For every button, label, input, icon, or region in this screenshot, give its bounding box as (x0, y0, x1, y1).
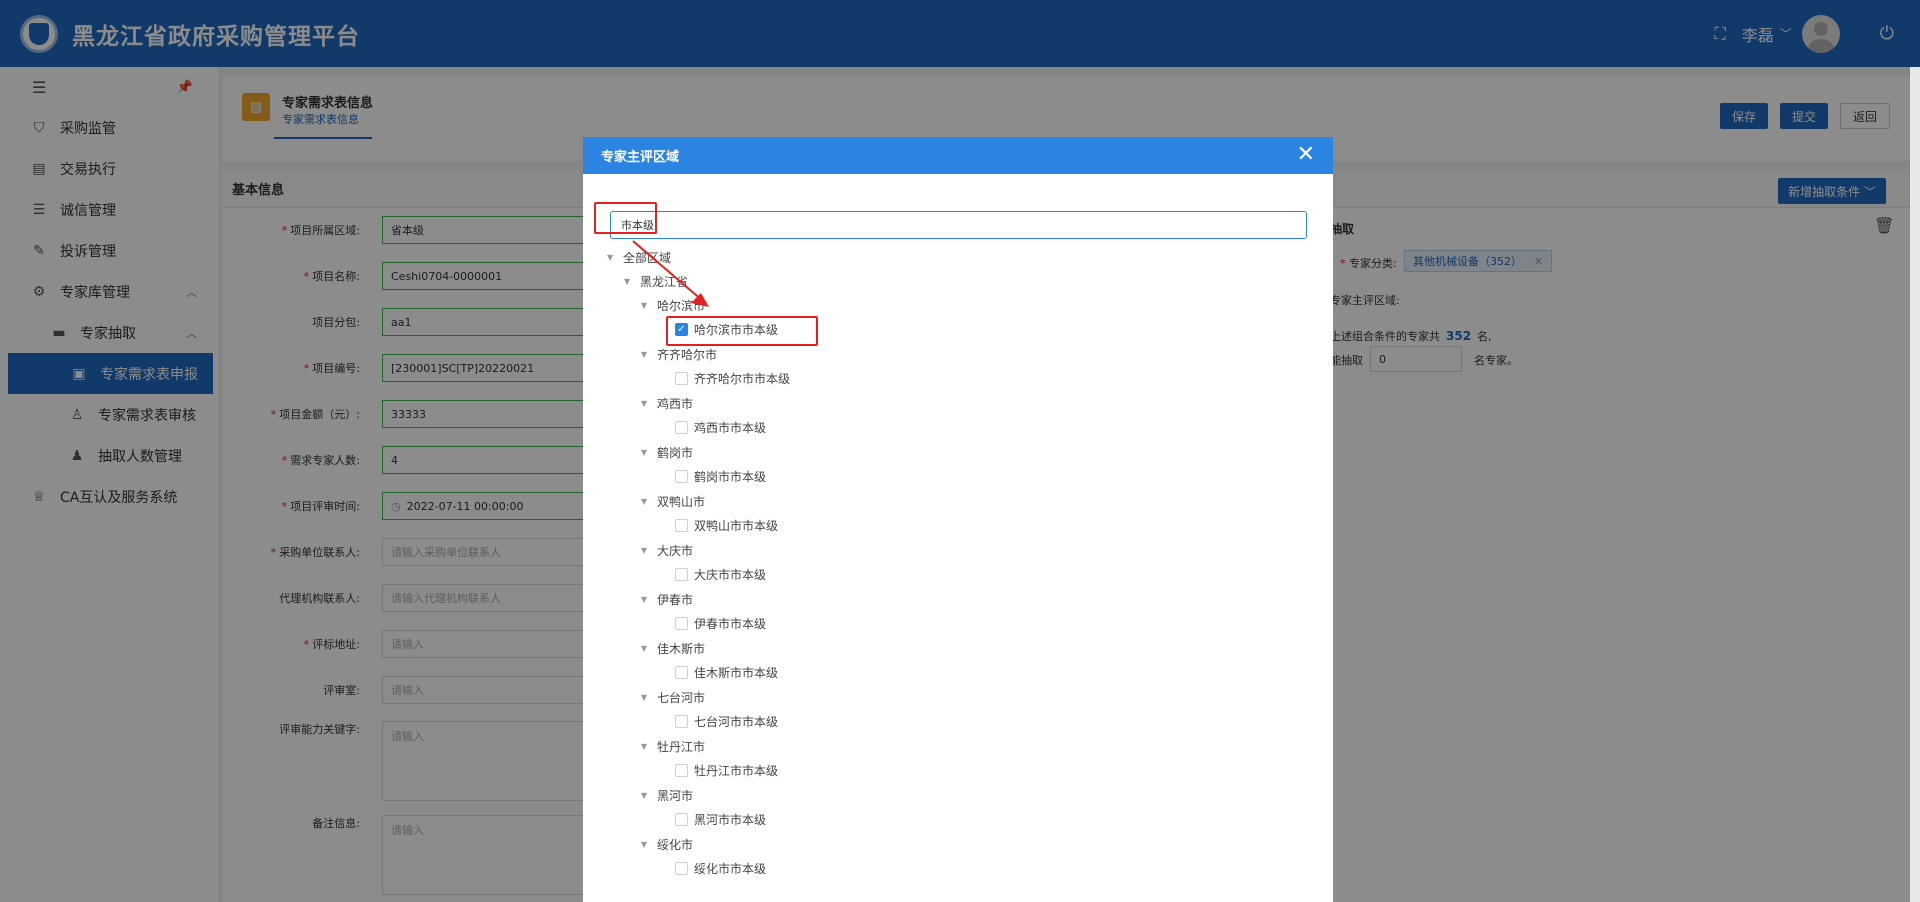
tree-node-city[interactable]: ▼ 七台河市 (641, 688, 705, 706)
caret-down-icon[interactable]: ▼ (641, 546, 657, 555)
tree-node-district[interactable]: 双鸭山市市本级 (675, 516, 778, 534)
tree-node-city[interactable]: ▼ 绥化市 (641, 835, 693, 853)
highlight-checked-item (666, 316, 818, 346)
tree-node-district[interactable]: 黑河市市本级 (675, 810, 766, 828)
caret-down-icon[interactable]: ▼ (641, 693, 657, 702)
checkbox[interactable] (675, 420, 688, 434)
caret-down-icon[interactable]: ▼ (641, 742, 657, 751)
modal-title: 专家主评区域 (583, 137, 1333, 174)
tree-node-district[interactable]: 佳木斯市市本级 (675, 663, 778, 681)
tree-node-district[interactable]: 鸡西市市本级 (675, 418, 766, 436)
tree-node-city[interactable]: ▼ 双鸭山市 (641, 492, 705, 510)
checkbox[interactable] (675, 861, 688, 875)
close-icon[interactable]: ✕ (1297, 144, 1315, 166)
annotation-arrow (632, 240, 709, 307)
caret-down-icon[interactable]: ▼ (641, 595, 657, 604)
caret-down-icon[interactable]: ▼ (641, 840, 657, 849)
scrollbar[interactable] (1910, 67, 1920, 902)
tree-node-city[interactable]: ▼ 大庆市 (641, 541, 693, 559)
highlight-search (594, 202, 657, 234)
tree-node-district[interactable]: 绥化市市本级 (675, 859, 766, 877)
checkbox[interactable] (675, 616, 688, 630)
caret-down-icon[interactable]: ▼ (607, 253, 623, 262)
tree-node-district[interactable]: 大庆市市本级 (675, 565, 766, 583)
checkbox[interactable] (675, 812, 688, 826)
caret-down-icon[interactable]: ▼ (641, 350, 657, 359)
region-search-input[interactable]: 市本级 (610, 211, 1307, 239)
tree-node-city[interactable]: ▼ 伊春市 (641, 590, 693, 608)
tree-node-city[interactable]: ▼ 鸡西市 (641, 394, 693, 412)
tree-node-city[interactable]: ▼ 齐齐哈尔市 (641, 345, 717, 363)
checkbox[interactable] (675, 567, 688, 581)
region-modal: 专家主评区域 ✕ 市本级 ▼ 全部区域 ▼ 黑龙江省 ▼ 哈尔滨市 ✓ 哈尔滨市市本级 ▼ 齐… (583, 137, 1333, 902)
tree-node-city[interactable]: ▼ 佳木斯市 (641, 639, 705, 657)
checkbox[interactable] (675, 714, 688, 728)
caret-down-icon[interactable]: ▼ (641, 399, 657, 408)
tree-node-district[interactable]: 齐齐哈尔市市本级 (675, 369, 790, 387)
tree-node-district[interactable]: 牡丹江市市本级 (675, 761, 778, 779)
caret-down-icon[interactable]: ▼ (641, 497, 657, 506)
caret-down-icon[interactable]: ▼ (641, 448, 657, 457)
caret-down-icon[interactable]: ▼ (641, 791, 657, 800)
checkbox[interactable] (675, 518, 688, 532)
tree-node-city[interactable]: ▼ 黑河市 (641, 786, 693, 804)
checkbox[interactable] (675, 665, 688, 679)
tree-node-district[interactable]: 伊春市市本级 (675, 614, 766, 632)
tree-node-city[interactable]: ▼ 牡丹江市 (641, 737, 705, 755)
caret-down-icon[interactable]: ▼ (641, 644, 657, 653)
checkbox[interactable] (675, 371, 688, 385)
checkbox[interactable] (675, 763, 688, 777)
tree-node-city[interactable]: ▼ 鹤岗市 (641, 443, 693, 461)
tree-node-district[interactable]: 七台河市市本级 (675, 712, 778, 730)
checkbox[interactable] (675, 469, 688, 483)
tree-node-district[interactable]: 鹤岗市市本级 (675, 467, 766, 485)
